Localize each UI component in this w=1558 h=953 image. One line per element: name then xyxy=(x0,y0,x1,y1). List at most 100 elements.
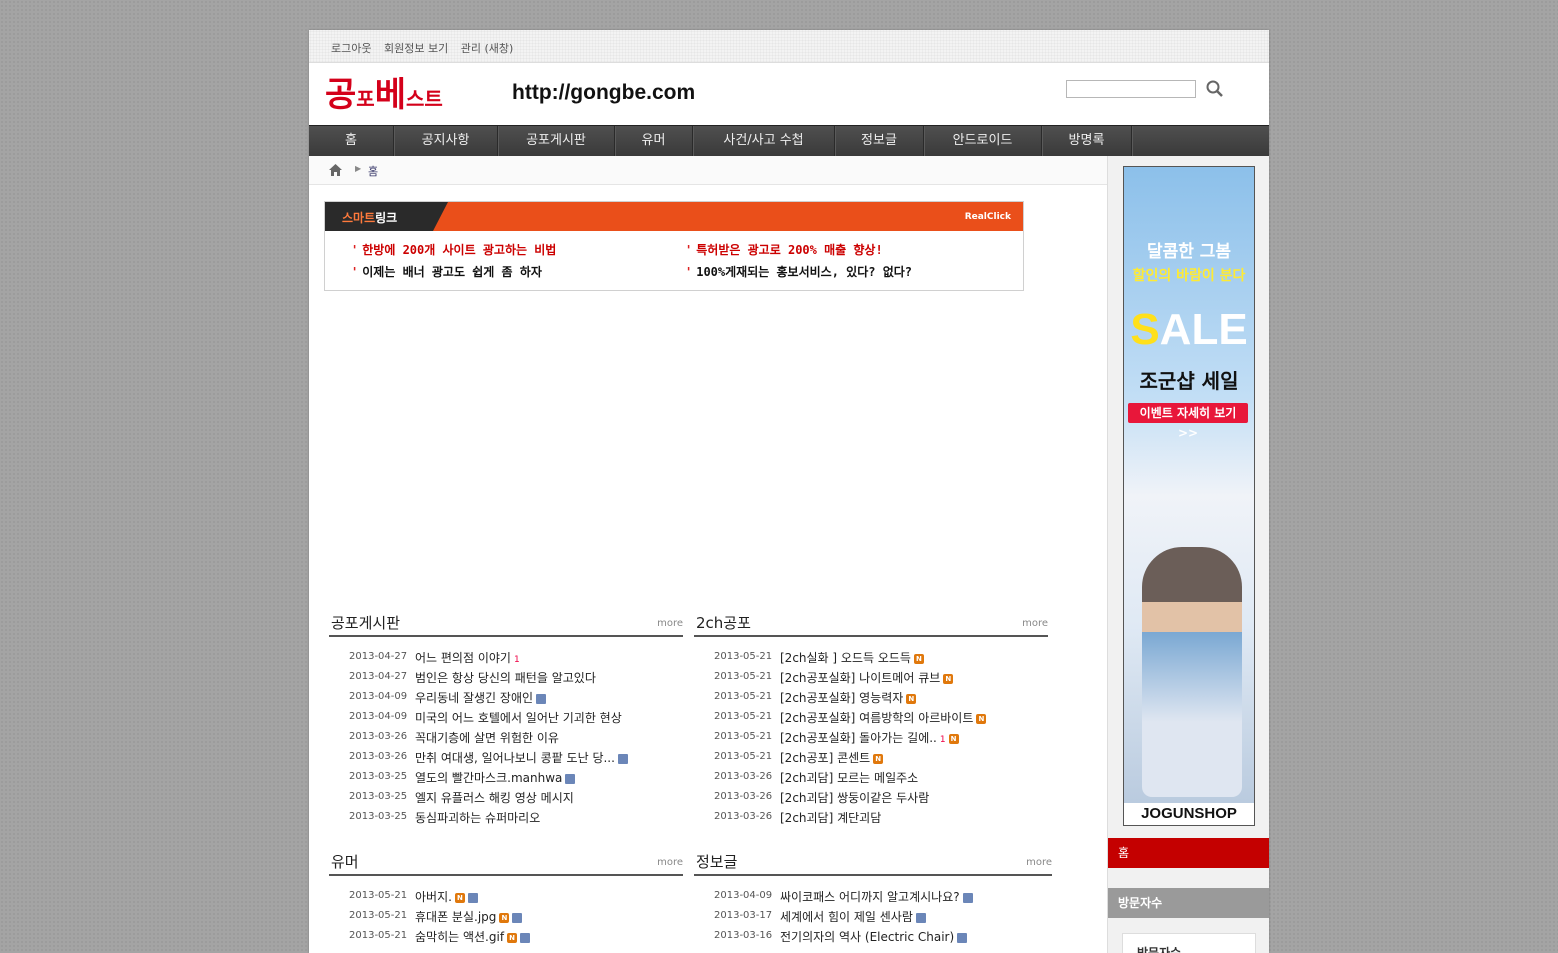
post-title-text: 어느 편의점 이야기 xyxy=(415,651,511,665)
post-title[interactable]: 세계에서 힘이 제일 센사람 xyxy=(780,908,926,925)
board-title[interactable]: 공포게시판 xyxy=(331,612,400,633)
list-item: 2013-04-09 미국의 어느 호텔에서 일어난 기괴한 현상 xyxy=(329,709,683,729)
post-title[interactable]: 숨막히는 액션.gif N xyxy=(415,928,531,945)
post-title-text: 만취 여대생, 일어나보니 콩팥 도난 당... xyxy=(415,751,615,765)
list-item: 2013-04-09 싸이코패스 어디까지 알고계시나요? xyxy=(694,888,1052,908)
post-title[interactable]: 꼭대기층에 살면 위험한 이유 xyxy=(415,729,559,746)
home-icon[interactable] xyxy=(329,164,342,179)
admin-link[interactable]: 관리 (새창) xyxy=(461,42,514,55)
logout-link[interactable]: 로그아웃 xyxy=(331,42,371,55)
post-title[interactable]: [2ch괴담] 쌍둥이같은 두사람 xyxy=(780,789,929,806)
comment-count: 1 xyxy=(513,655,520,665)
more-link[interactable]: more xyxy=(1026,857,1052,868)
board-box: 공포게시판 more 2013-04-27 어느 편의점 이야기 1 2013-04-27… xyxy=(329,608,683,829)
nav-item[interactable]: 홈 xyxy=(309,126,394,156)
list-item: 2013-05-21 휴대폰 분실.jpg N xyxy=(329,908,683,928)
post-title[interactable]: 전기의자의 역사 (Electric Chair) xyxy=(780,928,968,945)
ad-link[interactable]: 한방에 200개 사이트 광고하는 비법 xyxy=(351,241,556,258)
sidebar-home-label: 홈 xyxy=(1118,846,1130,860)
banner-event-button[interactable]: 이벤트 자세히 보기 >> xyxy=(1128,403,1248,440)
banner-model-image xyxy=(1142,547,1242,797)
post-title[interactable]: 휴대폰 분실.jpg N xyxy=(415,908,523,925)
sidebar: 달콤한 그봄 할인의 바람이 분다 SALE 조군샵 세일 이벤트 자세히 보기… xyxy=(1107,156,1269,953)
list-item: 2013-04-27 범인은 항상 당신의 패턴을 알고있다 xyxy=(329,669,683,689)
realclick-logo[interactable]: RealClick xyxy=(965,212,1011,222)
list-item: 2013-03-26 만취 여대생, 일어나보니 콩팥 도난 당... xyxy=(329,749,683,769)
post-date: 2013-05-21 xyxy=(714,731,773,742)
search-icon[interactable] xyxy=(1204,78,1226,100)
post-title[interactable]: 동심파괴하는 슈퍼마리오 xyxy=(415,809,540,826)
post-title[interactable]: [2ch공포실화] 여름방학의 아르바이트 N xyxy=(780,709,987,726)
ad-link[interactable]: 100%게재되는 홍보서비스, 있다? 없다? xyxy=(685,263,912,280)
post-title-text: 세계에서 힘이 제일 센사람 xyxy=(780,910,913,924)
banner-shop: 조군샵 세일 xyxy=(1139,369,1239,393)
nav-item[interactable]: 유머 xyxy=(615,126,693,156)
nav-item[interactable]: 안드로이드 xyxy=(924,126,1042,156)
post-date: 2013-04-09 xyxy=(349,691,408,702)
sidebar-home[interactable]: 홈 xyxy=(1108,838,1269,868)
list-item: 2013-03-26 [2ch괴담] 계단괴담 xyxy=(694,809,1048,829)
new-icon: N xyxy=(913,653,924,664)
post-title[interactable]: [2ch공포실화] 영능력자 N xyxy=(780,689,917,706)
visitor-label: 방문자수 xyxy=(1137,946,1182,953)
post-date: 2013-05-21 xyxy=(714,671,773,682)
nav-item[interactable]: 방명록 xyxy=(1042,126,1132,156)
board-title[interactable]: 유머 xyxy=(331,851,359,872)
member-info-link[interactable]: 회원정보 보기 xyxy=(384,42,448,55)
post-title[interactable]: 범인은 항상 당신의 패턴을 알고있다 xyxy=(415,669,596,686)
list-item: 2013-03-26 [2ch괴담] 쌍둥이같은 두사람 xyxy=(694,789,1048,809)
main-nav: 홈 공지사항 공포게시판 유머 사건/사고 수첩 정보글 안드로이드 방명록 xyxy=(309,125,1269,156)
post-title[interactable]: 미국의 어느 호텔에서 일어난 기괴한 현상 xyxy=(415,709,622,726)
nav-item[interactable]: 사건/사고 수첩 xyxy=(693,126,835,156)
ad-link[interactable]: 특허받은 광고로 200% 매출 향상! xyxy=(685,241,882,258)
list-item: 2013-03-25 동심파괴하는 슈퍼마리오 xyxy=(329,809,683,829)
post-date: 2013-05-21 xyxy=(349,930,408,941)
attachment-icon xyxy=(512,912,523,923)
main-content: ▶ 홈 스마트링크 RealClick 한방에 200개 사이트 광고하는 비법… xyxy=(309,156,1107,953)
post-date: 2013-03-26 xyxy=(714,771,773,782)
post-date: 2013-03-26 xyxy=(714,791,773,802)
more-link[interactable]: more xyxy=(657,618,683,629)
attachment-icon xyxy=(536,693,547,704)
list-item: 2013-03-26 꼭대기층에 살면 위험한 이유 xyxy=(329,729,683,749)
breadcrumb-current[interactable]: 홈 xyxy=(368,163,378,179)
new-icon: N xyxy=(906,693,917,704)
search-input[interactable] xyxy=(1066,80,1196,98)
post-title[interactable]: [2ch괴담] 계단괴담 xyxy=(780,809,881,826)
ad-link[interactable]: 이제는 배너 광고도 쉽게 좀 하자 xyxy=(351,263,542,280)
new-icon: N xyxy=(454,892,465,903)
post-title-text: 엘지 유플러스 해킹 영상 메시지 xyxy=(415,791,574,805)
board-box: 2ch공포 more 2013-05-21 [2ch실화 ] 오드득 오드득 N 2013… xyxy=(694,608,1048,829)
post-title[interactable]: 싸이코패스 어디까지 알고계시나요? xyxy=(780,888,973,905)
more-link[interactable]: more xyxy=(657,857,683,868)
post-title[interactable]: 아버지. N xyxy=(415,888,478,905)
post-title[interactable]: 열도의 빨간마스크.manhwa xyxy=(415,769,576,786)
post-title[interactable]: [2ch공포] 콘센트 N xyxy=(780,749,884,766)
post-title-text: [2ch공포실화] 여름방학의 아르바이트 xyxy=(780,711,974,725)
board-title[interactable]: 2ch공포 xyxy=(696,612,751,633)
site-url[interactable]: http://gongbe.com xyxy=(512,81,695,105)
post-title[interactable]: [2ch괴담] 모르는 메일주소 xyxy=(780,769,918,786)
nav-item[interactable]: 공포게시판 xyxy=(498,126,615,156)
post-title[interactable]: 엘지 유플러스 해킹 영상 메시지 xyxy=(415,789,574,806)
new-icon: N xyxy=(976,713,987,724)
post-title[interactable]: [2ch공포실화] 나이트메어 큐브 N xyxy=(780,669,954,686)
post-date: 2013-04-27 xyxy=(349,651,408,662)
nav-item[interactable]: 공지사항 xyxy=(394,126,498,156)
post-title[interactable]: 우리동네 잘생긴 장애인 xyxy=(415,689,547,706)
post-date: 2013-03-25 xyxy=(349,791,408,802)
new-icon: N xyxy=(507,932,518,943)
site-logo[interactable]: 공포베스트 xyxy=(325,67,443,116)
post-title[interactable]: [2ch실화 ] 오드득 오드득 N xyxy=(780,649,924,666)
visitor-header: 방문자수 xyxy=(1108,888,1269,918)
post-title[interactable]: 어느 편의점 이야기 1 xyxy=(415,649,520,666)
post-title-text: 우리동네 잘생긴 장애인 xyxy=(415,691,534,705)
post-title[interactable]: [2ch공포실화] 돌아가는 길에.. 1 N xyxy=(780,729,959,746)
more-link[interactable]: more xyxy=(1022,618,1048,629)
list-item: 2013-05-21 [2ch공포실화] 나이트메어 큐브 N xyxy=(694,669,1048,689)
nav-item[interactable]: 정보글 xyxy=(835,126,924,156)
board-title[interactable]: 정보글 xyxy=(696,851,737,872)
sale-banner[interactable]: 달콤한 그봄 할인의 바람이 분다 SALE 조군샵 세일 이벤트 자세히 보기… xyxy=(1123,166,1255,826)
post-title[interactable]: 만취 여대생, 일어나보니 콩팥 도난 당... xyxy=(415,749,628,766)
post-date: 2013-03-26 xyxy=(349,731,408,742)
